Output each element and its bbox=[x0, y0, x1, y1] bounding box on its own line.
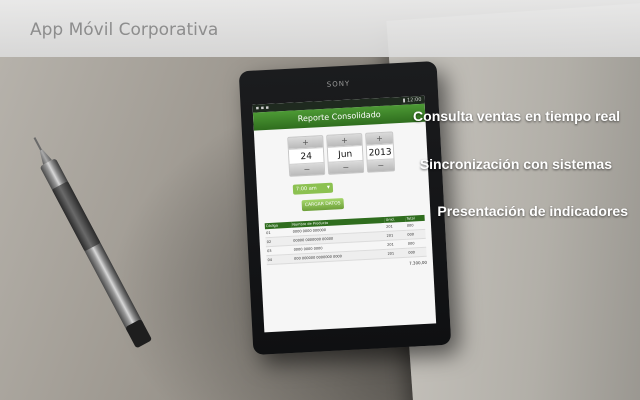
day-picker: + 24 − bbox=[287, 135, 326, 177]
pen-band bbox=[51, 181, 101, 252]
load-data-button[interactable]: CARGAR DATOS bbox=[301, 198, 345, 212]
feature-realtime-sales: Consulta ventas en tiempo real bbox=[413, 108, 620, 124]
feature-indicators: Presentación de indicadores bbox=[437, 203, 628, 219]
year-picker: + 2013 − bbox=[365, 131, 396, 173]
day-value[interactable]: 24 bbox=[288, 147, 324, 165]
phone-device: SONY ▪ ▪ ▪ ▮ 12:00 Reporte Consolidado +… bbox=[238, 61, 452, 355]
table-cell: 000 bbox=[407, 247, 427, 258]
pen-image bbox=[33, 137, 157, 358]
banner-title: App Móvil Corporativa bbox=[30, 20, 219, 40]
feature-systems-sync: Sincronización con sistemas bbox=[419, 156, 612, 172]
report-table: Código Nombre de Producto Unid. Total 01… bbox=[264, 214, 427, 265]
time-select[interactable]: 7:00 am bbox=[292, 182, 334, 195]
desk-background: SONY ▪ ▪ ▪ ▮ 12:00 Reporte Consolidado +… bbox=[0, 0, 640, 400]
month-decrement-button[interactable]: − bbox=[328, 161, 364, 174]
status-left: ▪ ▪ ▪ bbox=[255, 104, 270, 112]
top-banner: App Móvil Corporativa bbox=[0, 0, 640, 57]
table-cell: 201 bbox=[386, 248, 408, 259]
phone-screen: ▪ ▪ ▪ ▮ 12:00 Reporte Consolidado + 24 −… bbox=[252, 95, 437, 333]
table-cell: 04 bbox=[266, 254, 294, 265]
date-picker: + 24 − + Jun − + 2013 − bbox=[254, 130, 428, 179]
day-decrement-button[interactable]: − bbox=[289, 163, 325, 176]
year-value[interactable]: 2013 bbox=[366, 143, 394, 161]
month-picker: + Jun − bbox=[326, 133, 365, 175]
month-value[interactable]: Jun bbox=[327, 145, 363, 163]
status-right: ▮ 12:00 bbox=[402, 96, 422, 104]
phone-brand: SONY bbox=[326, 79, 351, 89]
